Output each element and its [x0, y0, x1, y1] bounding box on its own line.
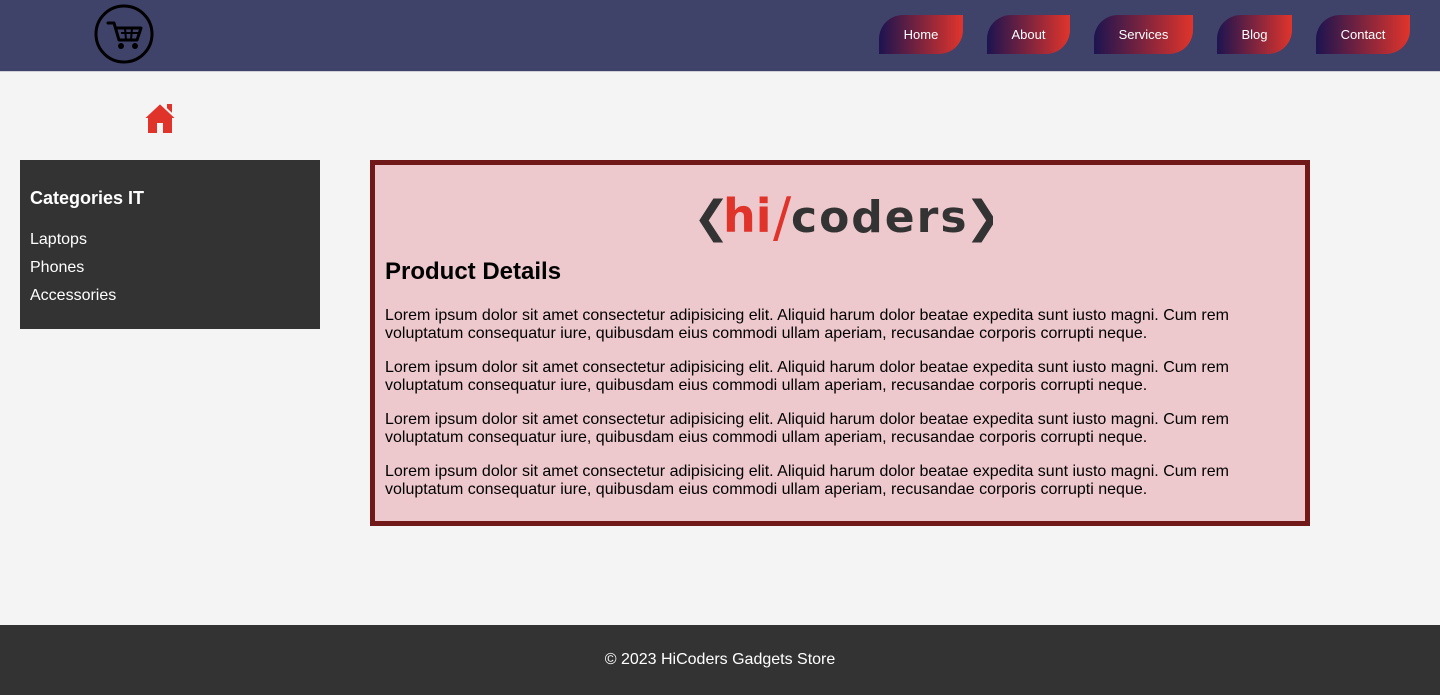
category-item-phones[interactable]: Phones [30, 254, 310, 282]
copyright-text: © 2023 HiCoders Gadgets Store [604, 651, 836, 668]
main-nav: Home About Services Blog Contact [879, 15, 1410, 54]
nav-contact-button[interactable]: Contact [1316, 15, 1410, 54]
description-paragraph: Lorem ipsum dolor sit amet consectetur a… [385, 463, 1229, 498]
home-icon[interactable] [143, 101, 177, 135]
brand-right-bracket: ❯ [965, 192, 993, 243]
category-item-laptops[interactable]: Laptops [30, 226, 310, 254]
categories-sidebar: Categories IT Laptops Phones Accessories [20, 160, 320, 329]
nav-blog-button[interactable]: Blog [1217, 15, 1292, 54]
product-details-panel: ❮ hi / coders ❯ Product Details Lorem ip… [370, 160, 1310, 526]
hicoders-logo: ❮ hi / coders ❯ [693, 189, 993, 243]
brand-coders: coders [791, 192, 969, 243]
description-paragraph: Lorem ipsum dolor sit amet consectetur a… [385, 411, 1229, 446]
sidebar-title: Categories IT [30, 188, 145, 208]
page-title: Product Details [385, 258, 562, 285]
site-header: Home About Services Blog Contact [0, 0, 1440, 72]
category-list: Laptops Phones Accessories [30, 226, 310, 310]
description-paragraph: Lorem ipsum dolor sit amet consectetur a… [385, 359, 1229, 394]
brand-hi: hi [723, 189, 772, 243]
category-item-accessories[interactable]: Accessories [30, 282, 310, 310]
site-footer: © 2023 HiCoders Gadgets Store [0, 625, 1440, 695]
product-description: Lorem ipsum dolor sit amet consectetur a… [385, 307, 1255, 515]
nav-about-button[interactable]: About [987, 15, 1070, 54]
description-paragraph: Lorem ipsum dolor sit amet consectetur a… [385, 307, 1229, 342]
nav-home-button[interactable]: Home [879, 15, 963, 54]
shopping-cart-icon[interactable] [94, 4, 154, 64]
nav-services-button[interactable]: Services [1094, 15, 1193, 54]
brand-slash: / [773, 189, 792, 243]
